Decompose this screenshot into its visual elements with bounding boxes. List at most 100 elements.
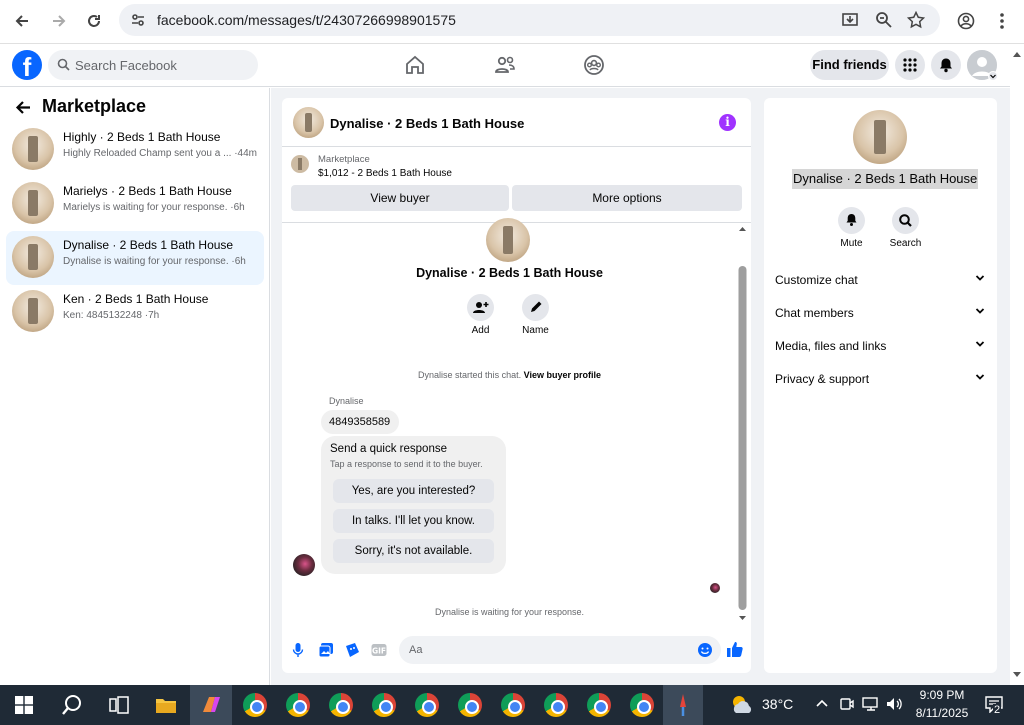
tray-chevron-up-icon[interactable] xyxy=(815,697,829,716)
clock-date[interactable]: 8/11/2025 xyxy=(910,706,974,720)
profile-icon[interactable] xyxy=(951,6,981,36)
conversation-item-highly[interactable]: Highly · 2 Beds 1 Bath House Highly Relo… xyxy=(6,123,264,177)
chrome-taskbar-icon-4[interactable] xyxy=(366,689,402,721)
browser-menu-icon[interactable] xyxy=(987,6,1017,36)
forward-icon[interactable] xyxy=(44,6,74,36)
photo-attach-icon[interactable] xyxy=(318,642,334,663)
chat-header-title[interactable]: Dynalise · 2 Beds 1 Bath House xyxy=(330,116,524,131)
search-placeholder: Search Facebook xyxy=(75,57,177,73)
chat-scrollbar[interactable] xyxy=(737,223,748,623)
meet-now-icon[interactable] xyxy=(839,696,855,717)
view-buyer-button[interactable]: View buyer xyxy=(291,185,509,211)
home-nav-icon[interactable] xyxy=(403,53,429,79)
address-bar[interactable]: facebook.com/messages/t/2430726699890157… xyxy=(119,4,940,36)
chrome-taskbar-icon-8[interactable] xyxy=(538,689,574,721)
conversation-preview: Dynalise is waiting for your response. ·… xyxy=(63,256,246,267)
notification-count-badge: 2 xyxy=(993,704,1002,716)
notifications-bell-icon[interactable] xyxy=(931,50,961,80)
chrome-taskbar-icon-10[interactable] xyxy=(624,689,660,721)
message-text: 4849358589 xyxy=(329,416,391,428)
volume-icon[interactable] xyxy=(886,696,904,717)
chat-started-text: Dynalise started this chat. xyxy=(418,370,522,380)
site-info-icon[interactable] xyxy=(130,12,146,33)
bookmark-star-icon[interactable] xyxy=(906,10,926,34)
listing-detail[interactable]: $1,012 - 2 Beds 1 Bath House xyxy=(318,168,452,179)
marketplace-title: Marketplace xyxy=(42,96,147,116)
info-name-selected[interactable]: Dynalise · 2 Beds 1 Bath House xyxy=(792,169,979,189)
privacy-support-row[interactable]: Privacy & support xyxy=(775,372,987,396)
info-avatar[interactable] xyxy=(853,110,907,164)
weather-icon[interactable] xyxy=(724,689,760,721)
search-conversation-icon[interactable] xyxy=(892,207,919,234)
chrome-taskbar-icon-1[interactable] xyxy=(237,689,273,721)
chrome-taskbar-icon-3[interactable] xyxy=(323,689,359,721)
message-input[interactable]: Aa xyxy=(399,636,721,664)
install-app-icon[interactable] xyxy=(841,11,859,34)
chrome-taskbar-icon-7[interactable] xyxy=(495,689,531,721)
chrome-taskbar-icon-6[interactable] xyxy=(452,689,488,721)
svg-text:GIF: GIF xyxy=(372,647,386,656)
account-chevron-icon[interactable] xyxy=(988,71,998,81)
quick-response-title: Send a quick response xyxy=(330,443,447,455)
microphone-icon[interactable] xyxy=(292,642,304,663)
message-bubble[interactable]: 4849358589 xyxy=(321,410,399,434)
media-files-links-label: Media, files and links xyxy=(775,339,887,353)
back-icon[interactable] xyxy=(7,6,37,36)
copilot-icon[interactable] xyxy=(190,685,232,725)
menu-grid-icon[interactable] xyxy=(895,50,925,80)
network-icon[interactable] xyxy=(862,696,880,717)
taskbar-search-icon[interactable] xyxy=(54,689,90,721)
mute-bell-icon[interactable] xyxy=(838,207,865,234)
conversation-avatar xyxy=(12,290,54,332)
add-person-icon[interactable] xyxy=(467,294,494,321)
reload-icon[interactable] xyxy=(79,6,109,36)
emoji-icon[interactable] xyxy=(697,642,713,663)
windows-start-icon[interactable] xyxy=(6,689,42,721)
back-arrow-icon[interactable] xyxy=(15,99,32,121)
chat-members-row[interactable]: Chat members xyxy=(775,306,987,330)
quick-reply-in-talks[interactable]: In talks. I'll let you know. xyxy=(333,509,494,533)
thumbs-up-icon[interactable] xyxy=(726,640,744,663)
clock-time[interactable]: 9:09 PM xyxy=(912,688,972,702)
chevron-down-icon xyxy=(975,306,985,319)
chevron-down-icon xyxy=(975,339,985,352)
media-files-links-row[interactable]: Media, files and links xyxy=(775,339,987,363)
edit-name-icon[interactable] xyxy=(522,294,549,321)
chevron-down-icon xyxy=(975,372,985,385)
find-friends-button[interactable]: Find friends xyxy=(810,50,889,80)
listing-thumbnail[interactable] xyxy=(291,155,309,173)
customize-chat-row[interactable]: Customize chat xyxy=(775,273,987,297)
chevron-down-icon xyxy=(975,273,985,286)
customize-chat-label: Customize chat xyxy=(775,273,858,287)
friends-nav-icon[interactable] xyxy=(493,53,519,79)
url-text: facebook.com/messages/t/2430726699890157… xyxy=(157,12,456,28)
zoom-icon[interactable] xyxy=(875,11,893,34)
chat-header-avatar[interactable] xyxy=(293,107,324,138)
groups-nav-icon[interactable] xyxy=(582,53,608,79)
chrome-taskbar-icon-5[interactable] xyxy=(409,689,445,721)
gif-icon[interactable]: GIF xyxy=(371,643,387,662)
facebook-search-input[interactable]: Search Facebook xyxy=(48,50,258,80)
quick-reply-not-available[interactable]: Sorry, it's not available. xyxy=(333,539,494,563)
file-explorer-icon[interactable] xyxy=(148,689,184,721)
chrome-taskbar-icon-9[interactable] xyxy=(581,689,617,721)
facebook-logo[interactable]: f xyxy=(12,50,42,80)
more-options-button[interactable]: More options xyxy=(512,185,742,211)
page-scrollbar[interactable] xyxy=(1010,45,1024,685)
sender-avatar[interactable] xyxy=(293,554,315,576)
conversation-title: Marielys · 2 Beds 1 Bath House xyxy=(63,184,232,198)
sticker-icon[interactable] xyxy=(344,642,360,663)
conversation-item-marielys[interactable]: Marielys · 2 Beds 1 Bath House Marielys … xyxy=(6,177,264,231)
quick-reply-interested[interactable]: Yes, are you interested? xyxy=(333,479,494,503)
view-buyer-profile-link[interactable]: View buyer profile xyxy=(524,370,601,380)
search-label: Search xyxy=(889,238,922,249)
temperature-text[interactable]: 38°C xyxy=(762,696,793,712)
task-view-icon[interactable] xyxy=(101,689,137,721)
pinned-app-icon[interactable] xyxy=(663,685,703,725)
conversation-item-ken[interactable]: Ken · 2 Beds 1 Bath House Ken: 484513224… xyxy=(6,285,264,339)
chrome-taskbar-icon-2[interactable] xyxy=(280,689,316,721)
message-thread[interactable]: Dynalise · 2 Beds 1 Bath House Add Name … xyxy=(282,218,751,624)
info-icon[interactable]: i xyxy=(719,114,736,131)
conversation-item-dynalise[interactable]: Dynalise · 2 Beds 1 Bath House Dynalise … xyxy=(6,231,264,285)
chat-started-notice: Dynalise started this chat. View buyer p… xyxy=(282,370,737,380)
